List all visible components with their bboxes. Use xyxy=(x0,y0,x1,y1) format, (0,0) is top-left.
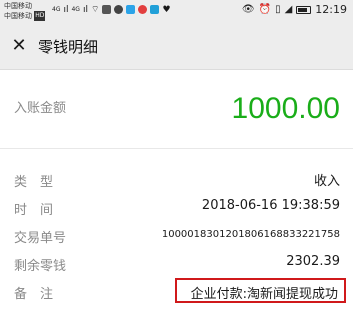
signal-strength-icon: ◢ xyxy=(284,4,293,15)
detail-row-transaction-id: 交易单号 1000018301201806168833221758 xyxy=(0,221,353,249)
signal-icon: 4G xyxy=(52,6,61,13)
amount-section: 入账金额 1000.00 xyxy=(0,71,353,149)
balance-label: 剩余零钱 xyxy=(14,259,67,274)
time-label: 时 间 xyxy=(14,203,54,218)
transaction-id-label: 交易单号 xyxy=(14,231,67,246)
notification-icons: 4G ıl 4G ıl ⌔ ♥ xyxy=(52,4,171,16)
heart-icon: ♥ xyxy=(162,4,171,15)
app-notification-icon-2 xyxy=(138,5,148,14)
detail-row-type: 类 型 收入 xyxy=(0,165,353,193)
status-bar: 中国移动 中国移动 HD 4G ıl 4G ıl ⌔ ♥ 👁 ⏰ ▯ ◢ 12:… xyxy=(0,0,353,24)
note-label: 备 注 xyxy=(14,287,54,302)
camera-notification-icon xyxy=(114,5,124,14)
close-icon[interactable]: ✕ xyxy=(10,37,28,55)
transaction-id-value[interactable]: 1000018301201806168833221758 xyxy=(162,229,340,240)
alarm-icon: ⏰ xyxy=(258,4,272,15)
app-notification-icon-3 xyxy=(150,5,160,14)
note-highlight-box: 企业付款:淘新闻提现成功 xyxy=(174,278,346,303)
signal-bars-icon-2: ıl xyxy=(82,4,88,15)
image-notification-icon xyxy=(102,5,112,14)
hd-badge: HD xyxy=(34,11,46,21)
eye-icon: 👁 xyxy=(241,4,255,15)
system-status: 👁 ⏰ ▯ ◢ 12:19 xyxy=(242,3,347,16)
vibrate-icon: ▯ xyxy=(275,4,281,15)
carrier-name-2: 中国移动 xyxy=(4,12,32,20)
title-bar: ✕ 零钱明细 xyxy=(0,24,353,70)
amount-label: 入账金额 xyxy=(14,101,67,116)
amount-value: 1000.00 xyxy=(231,92,340,125)
detail-row-note: 备 注 企业付款:淘新闻提现成功 xyxy=(0,277,353,305)
battery-icon xyxy=(296,5,312,14)
transaction-details: 类 型 收入 时 间 2018-06-16 19:38:59 交易单号 1000… xyxy=(0,165,353,305)
detail-row-time: 时 间 2018-06-16 19:38:59 xyxy=(0,193,353,221)
type-value: 收入 xyxy=(313,174,340,189)
note-value: 企业付款:淘新闻提现成功 xyxy=(190,287,338,302)
detail-row-balance: 剩余零钱 2302.39 xyxy=(0,249,353,277)
app-notification-icon xyxy=(126,5,136,14)
page-title: 零钱明细 xyxy=(38,38,99,56)
wifi-icon: ⌔ xyxy=(90,5,100,15)
time-value: 2018-06-16 19:38:59 xyxy=(201,198,340,213)
carrier-name-1: 中国移动 xyxy=(4,2,32,10)
signal-icon-2: 4G xyxy=(71,6,80,13)
type-label: 类 型 xyxy=(14,175,54,190)
signal-bars-icon: ıl xyxy=(63,4,69,15)
balance-value: 2302.39 xyxy=(286,254,340,269)
carrier-info: 中国移动 中国移动 HD xyxy=(4,1,46,21)
status-time: 12:19 xyxy=(315,3,347,16)
